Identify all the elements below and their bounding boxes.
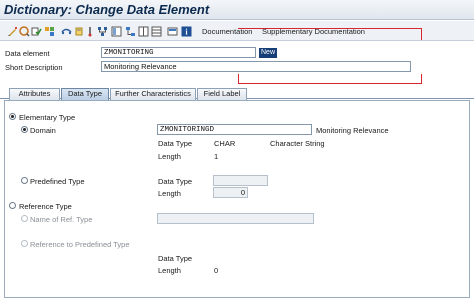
split-icon[interactable]	[137, 25, 149, 37]
predefined-type-label: Predefined Type	[30, 177, 85, 186]
domain-data-type-description: Character String	[270, 139, 325, 148]
where-used-icon[interactable]	[60, 25, 72, 37]
title-bar: Dictionary: Change Data Element	[0, 0, 474, 20]
annotation-line	[238, 83, 422, 84]
status-badge: New	[259, 48, 278, 58]
domain-radio[interactable]	[21, 126, 28, 133]
table-icon[interactable]	[150, 25, 162, 37]
tab-attributes[interactable]: Attributes	[9, 88, 60, 100]
domain-description: Monitoring Relevance	[316, 126, 389, 135]
activate-icon[interactable]	[43, 25, 55, 37]
name-of-ref-type-radio	[21, 215, 28, 222]
other-object-icon[interactable]	[18, 25, 30, 37]
info-icon[interactable]: i	[180, 25, 192, 37]
tab-further-characteristics[interactable]: Further Characteristics	[110, 88, 196, 100]
annotation-line	[421, 28, 422, 40]
domain-data-type-value: CHAR	[214, 139, 236, 148]
display-change-icon[interactable]	[6, 25, 18, 37]
domain-data-type-label: Data Type	[158, 139, 193, 148]
short-description-field[interactable]: Monitoring Relevance	[101, 61, 411, 72]
reference-predefined-radio	[21, 240, 28, 247]
window-title: Dictionary: Change Data Element	[4, 2, 210, 17]
data-element-field[interactable]: ZMONITORING	[101, 47, 256, 58]
annotation-line	[238, 28, 422, 29]
domain-length-label: Length	[158, 152, 181, 161]
reference-type-label: Reference Type	[19, 202, 72, 211]
elementary-type-label: Elementary Type	[19, 113, 76, 122]
predefined-data-type-label: Data Type	[158, 177, 193, 186]
domain-field[interactable]: ZMONITORINGD	[157, 124, 312, 135]
name-of-ref-type-label: Name of Ref. Type	[30, 215, 93, 224]
data-element-label: Data element	[5, 49, 50, 58]
reference-predefined-label: Reference to Predefined Type	[30, 240, 130, 249]
predefined-length-label: Length	[158, 189, 181, 198]
predefined-type-radio[interactable]	[21, 177, 28, 184]
layout-icon[interactable]	[110, 25, 122, 37]
name-of-ref-type-field	[157, 213, 314, 224]
reference-length-label: Length	[158, 266, 181, 275]
reference-length-value: 0	[214, 266, 219, 275]
reference-data-type-label: Data Type	[158, 254, 193, 263]
predefined-data-type-field	[213, 175, 268, 186]
reference-type-radio[interactable]	[9, 202, 16, 209]
annotation-line	[238, 74, 239, 83]
domain-label: Domain	[30, 126, 56, 135]
elementary-type-radio[interactable]	[9, 113, 16, 120]
annotation-line	[421, 74, 422, 84]
tree-icon[interactable]	[124, 25, 136, 37]
domain-length-value: 1	[214, 152, 219, 161]
hierarchy-icon[interactable]	[96, 25, 108, 37]
display-object-icon[interactable]	[166, 25, 178, 37]
application-toolbar: i Documentation Supplementary Documentat…	[0, 21, 474, 41]
navigate-icon[interactable]	[84, 25, 96, 37]
tab-field-label[interactable]: Field Label	[197, 88, 247, 100]
check-icon[interactable]	[30, 25, 42, 37]
predefined-length-field: 0	[213, 187, 248, 198]
short-description-label: Short Description	[5, 63, 63, 72]
